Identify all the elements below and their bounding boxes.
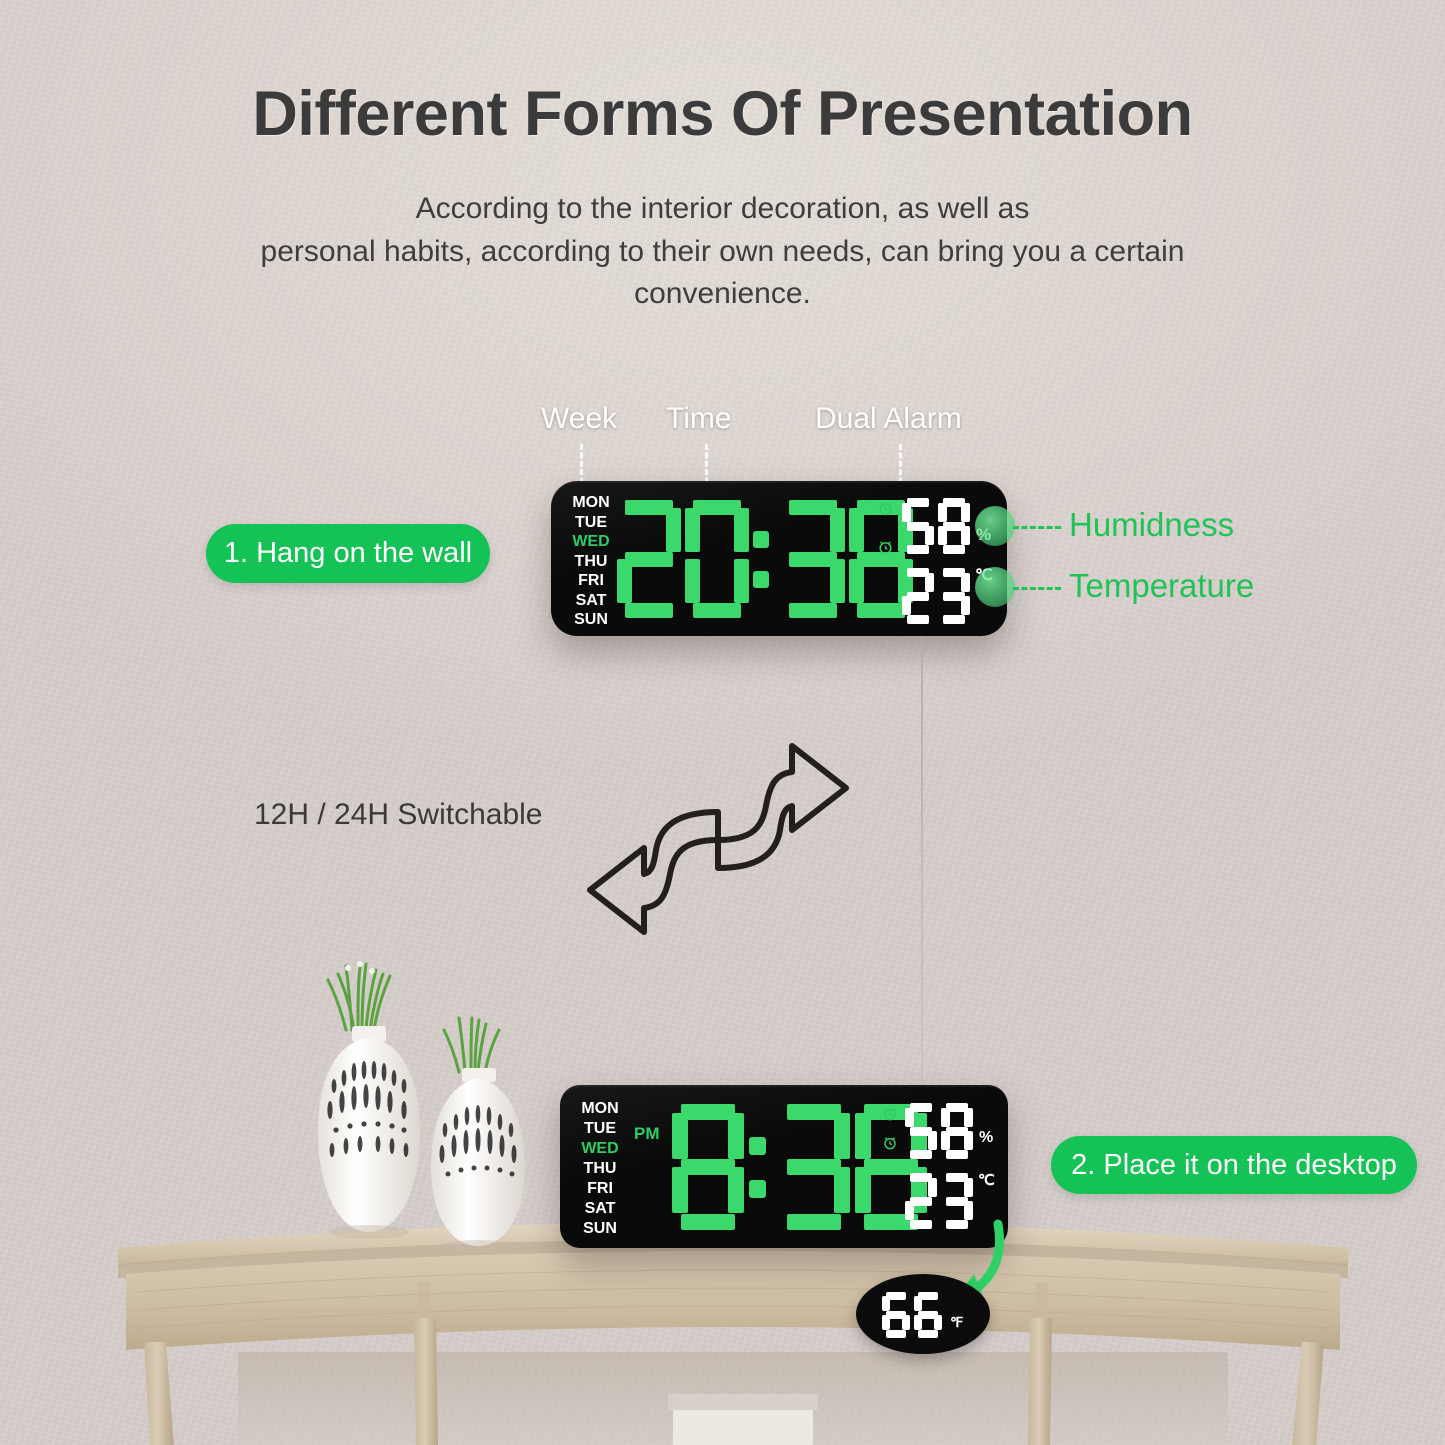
- fahrenheit-digit-1: [882, 1292, 910, 1338]
- step-1-label: 1. Hang on the wall: [223, 537, 473, 569]
- alarm-clock-icon-2: [879, 541, 892, 555]
- step-2-badge[interactable]: 2. Place it on the desktop: [1051, 1136, 1417, 1194]
- wall-clock-temperature: [902, 567, 974, 625]
- time-digit-h1: [617, 500, 681, 618]
- desk-weekday-mon: MON: [581, 1100, 619, 1117]
- time-digit-h2: [685, 500, 749, 618]
- desk-humidity-digit-2: [941, 1103, 973, 1159]
- desk-time-digit-h1: [672, 1104, 744, 1230]
- wall-mount-wire: [921, 636, 923, 1088]
- desk-weekday-tue: TUE: [584, 1120, 616, 1137]
- desk-alarm-clock-icon-1: [884, 1108, 896, 1121]
- desk-time-colon: [749, 1104, 766, 1230]
- s-curve-double-arrow: [587, 743, 849, 935]
- temperature-connector: [1013, 587, 1061, 590]
- decorative-vase-small: [431, 1016, 525, 1252]
- weekday-sun: SUN: [574, 611, 608, 628]
- desk-humidity-digit-1: [905, 1103, 937, 1159]
- temperature-marker-dot: [975, 567, 1015, 607]
- wall-clock-weekday-column: MON TUE WED THU FRI SAT SUN: [563, 495, 619, 628]
- callout-dual-alarm-label: Dual Alarm: [815, 402, 962, 435]
- fahrenheit-digits: [882, 1292, 946, 1338]
- weekday-fri: FRI: [578, 572, 604, 589]
- temperature-callout-label: Temperature: [1069, 567, 1255, 604]
- humidity-digit-1: [902, 498, 934, 554]
- fahrenheit-digit-2: [914, 1292, 942, 1338]
- desk-time-digit-m1: [778, 1104, 850, 1230]
- step-2-label: 2. Place it on the desktop: [1071, 1148, 1397, 1181]
- page-title: Different Forms Of Presentation: [252, 79, 1193, 149]
- wall-clock-display[interactable]: MON TUE WED THU FRI SAT SUN %: [551, 481, 1007, 636]
- callout-time-label: Time: [666, 402, 732, 435]
- alarm-clock-icon-1: [879, 502, 892, 516]
- desk-clock-meridiem: PM: [634, 1124, 660, 1143]
- desk-temperature-unit: ℃: [978, 1172, 995, 1189]
- desk-clock-humidity: [905, 1103, 977, 1159]
- subtitle-line-2: personal habits, according to their own …: [260, 234, 1185, 268]
- time-digit-m1: [781, 500, 845, 618]
- console-table: [118, 1222, 1348, 1445]
- callout-week-label: Week: [541, 402, 618, 435]
- desk-weekday-fri: FRI: [587, 1180, 613, 1197]
- desk-alarm-clock-icon-2: [884, 1137, 896, 1150]
- desk-humidity-unit: %: [979, 1129, 994, 1146]
- fahrenheit-badge: ℉: [856, 1274, 990, 1354]
- weekday-thu: THU: [574, 552, 608, 570]
- desk-clock-weekday-column: MON TUE WED THU FRI SAT SUN: [572, 1101, 628, 1237]
- wall-clock-humidity: [902, 497, 974, 555]
- desk-weekday-sun: SUN: [583, 1220, 617, 1237]
- desk-weekday-sat: SAT: [584, 1200, 616, 1217]
- subtitle-line-1: According to the interior decoration, as…: [415, 192, 1030, 225]
- humidity-digit-2: [938, 498, 970, 554]
- temperature-digit-1: [902, 568, 934, 624]
- weekday-mon: MON: [572, 494, 610, 511]
- page-subtitle: According to the interior decoration, as…: [173, 188, 1273, 316]
- temperature-digit-2: [938, 568, 970, 624]
- time-colon: [753, 500, 769, 618]
- humidity-callout-label: Humidness: [1069, 506, 1235, 543]
- desk-weekday-wed: WED: [581, 1140, 619, 1157]
- wall-clock-time: [617, 497, 917, 621]
- subtitle-line-3: convenience.: [634, 277, 811, 311]
- humidity-connector: [1013, 526, 1061, 529]
- infographic-canvas: Different Forms Of Presentation Accordin…: [0, 0, 1445, 1445]
- weekday-tue: TUE: [575, 513, 607, 531]
- desk-weekday-thu: THU: [583, 1160, 617, 1177]
- weekday-sat: SAT: [575, 591, 607, 609]
- step-1-badge[interactable]: 1. Hang on the wall: [206, 524, 490, 583]
- fahrenheit-unit: ℉: [950, 1314, 964, 1330]
- desk-clock-time: [672, 1103, 932, 1231]
- weekday-wed: WED: [572, 533, 610, 550]
- switchable-note: 12H / 24H Switchable: [254, 798, 543, 831]
- humidity-marker-dot: [975, 506, 1015, 546]
